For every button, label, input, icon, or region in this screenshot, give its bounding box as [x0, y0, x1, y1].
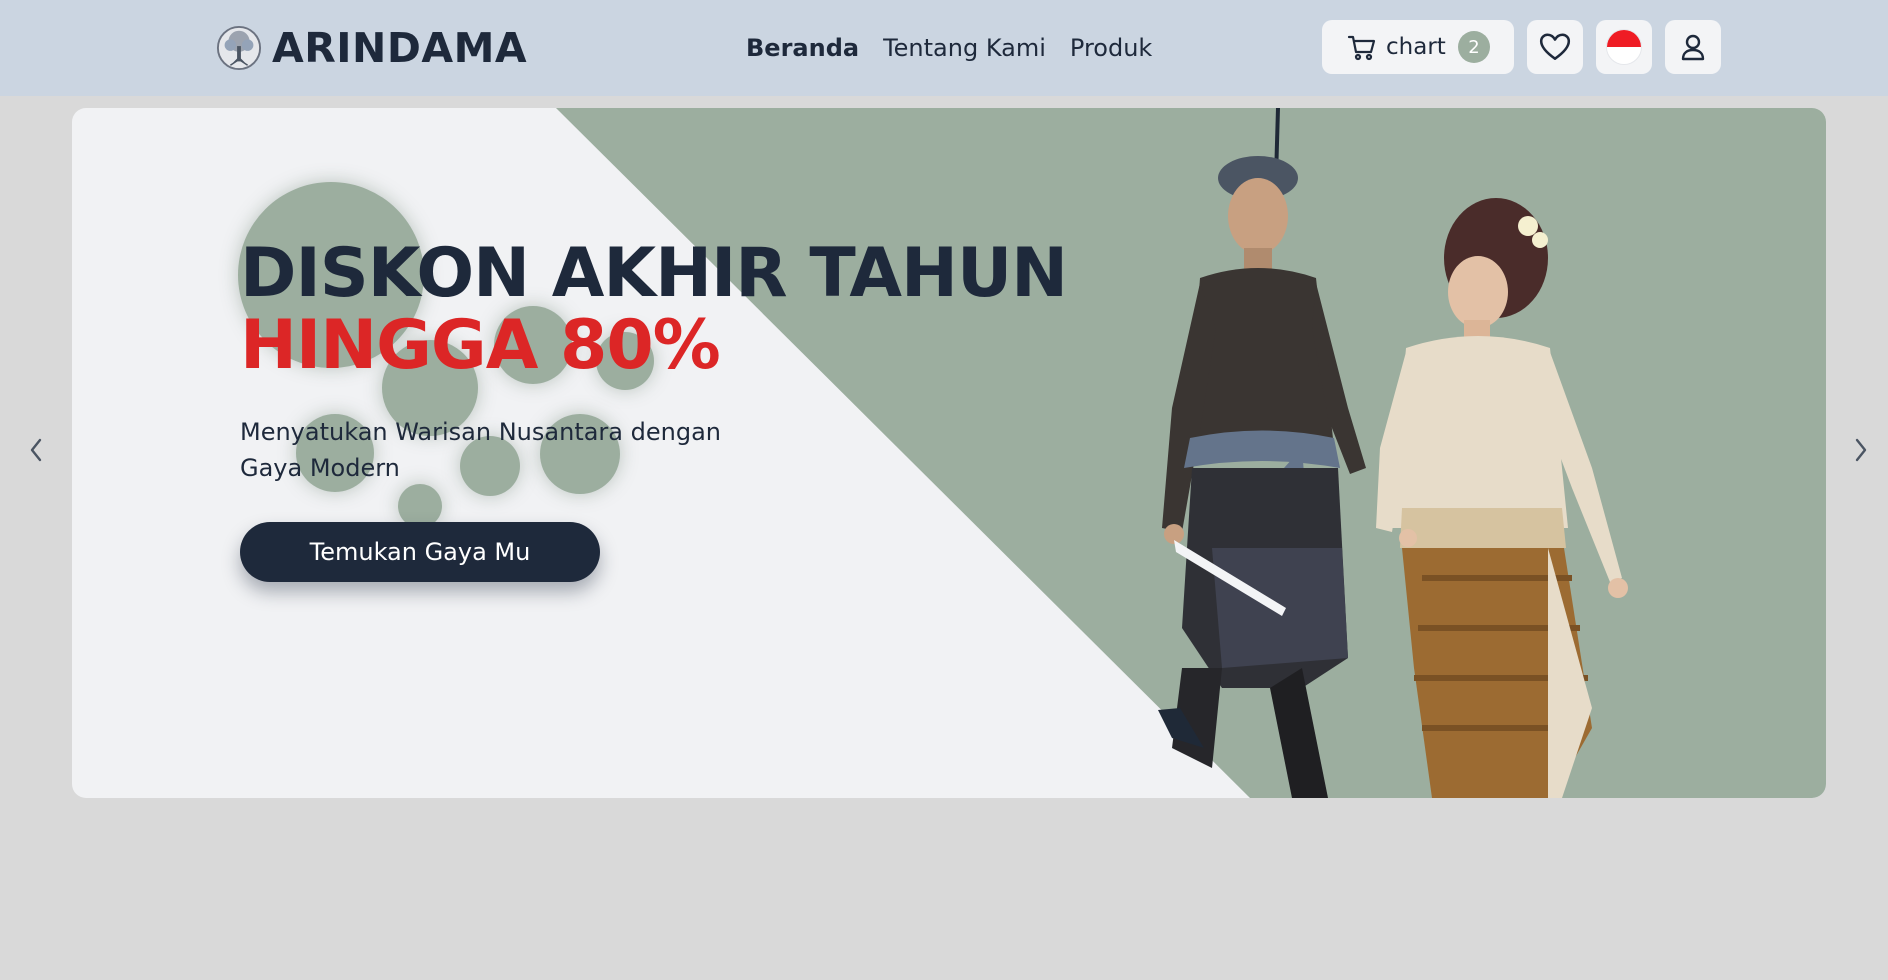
site-header: ARINDAMA Beranda Tentang Kami Produk cha…	[0, 0, 1888, 96]
brand-name: ARINDAMA	[272, 24, 528, 72]
cart-count-badge: 2	[1458, 31, 1490, 63]
hero-banner: DISKON AKHIR TAHUN HINGGA 80% Menyatukan…	[72, 108, 1826, 798]
discover-style-button[interactable]: Temukan Gaya Mu	[240, 522, 600, 582]
cart-label: chart	[1386, 34, 1446, 60]
chevron-right-icon	[1855, 438, 1867, 462]
carousel-prev-button[interactable]	[22, 432, 50, 468]
user-icon	[1681, 34, 1705, 61]
carousel-next-button[interactable]	[1847, 432, 1875, 468]
indonesia-flag-icon	[1606, 29, 1642, 65]
headline-line-1: DISKON AKHIR TAHUN	[240, 234, 1068, 313]
cart-button[interactable]: chart 2	[1322, 20, 1514, 74]
woman-figure	[1376, 198, 1628, 798]
nav-item-beranda[interactable]: Beranda	[746, 34, 859, 62]
nav-item-tentang-kami[interactable]: Tentang Kami	[883, 34, 1046, 62]
heart-icon	[1539, 33, 1571, 60]
cart-icon	[1347, 35, 1376, 61]
account-button[interactable]	[1665, 20, 1721, 74]
language-button[interactable]	[1596, 20, 1652, 74]
promo-headline: DISKON AKHIR TAHUN HINGGA 80%	[240, 234, 1068, 385]
brand-logo[interactable]: ARINDAMA	[216, 24, 527, 72]
wishlist-button[interactable]	[1527, 20, 1583, 74]
chevron-left-icon	[30, 438, 42, 462]
tree-of-life-logo-icon	[216, 25, 262, 71]
headline-discount: HINGGA 80%	[240, 306, 721, 385]
main-nav: Beranda Tentang Kami Produk	[746, 28, 1152, 68]
nav-item-produk[interactable]: Produk	[1070, 34, 1152, 62]
man-figure	[1158, 108, 1366, 798]
models-illustration	[1158, 108, 1628, 798]
banner-subtitle: Menyatukan Warisan Nusantara dengan Gaya…	[240, 418, 721, 482]
